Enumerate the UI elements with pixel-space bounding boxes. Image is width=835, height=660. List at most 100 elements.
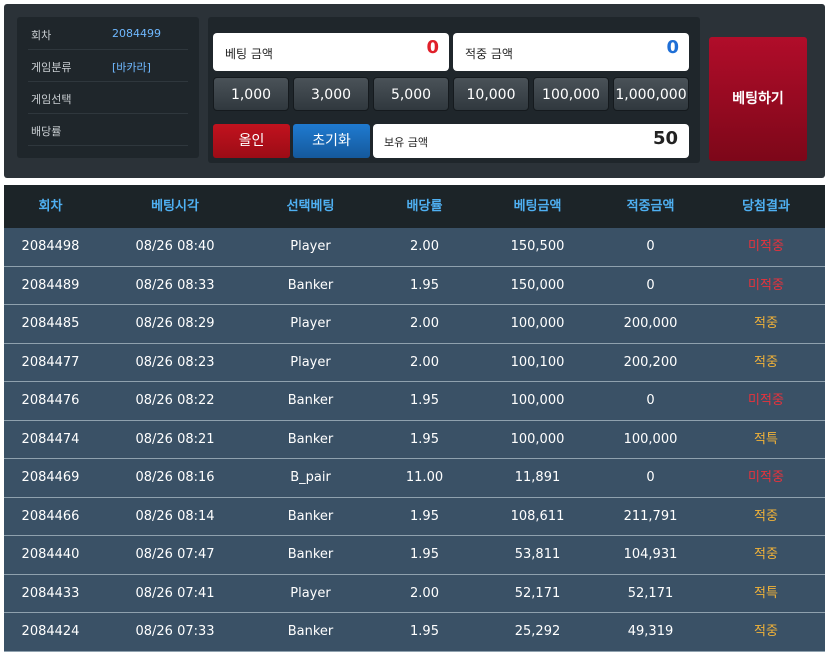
cell-odds: 1.95	[410, 547, 439, 562]
cell-odds: 2.00	[410, 239, 439, 254]
header-odds: 배당률	[406, 199, 443, 214]
cell-round: 2084466	[21, 508, 80, 524]
game-info-box: 회차 2084499 게임분류 [바카라] 게임선택 배당률	[17, 17, 199, 158]
round-value: 2084499	[112, 27, 161, 40]
cell-time: 08/26 08:29	[135, 316, 215, 331]
cell-pick: Banker	[287, 277, 334, 293]
chip-button-3000[interactable]: 3,000	[293, 77, 369, 111]
chip-button-5000[interactable]: 5,000	[373, 77, 449, 111]
header-round: 회차	[38, 199, 63, 214]
cell-win-amount: 100,000	[623, 431, 678, 447]
header-result: 당첨결과	[742, 199, 790, 214]
cell-time: 08/26 07:41	[135, 585, 215, 601]
cell-time: 08/26 08:14	[135, 508, 215, 524]
win-amount-field: 적중 금액 0	[453, 33, 689, 71]
cell-time: 08/26 08:22	[135, 393, 215, 408]
header-win-amount: 적중금액	[626, 199, 675, 214]
chip-button-1000[interactable]: 1,000	[213, 77, 289, 111]
cell-bet-amount: 100,100	[510, 354, 565, 370]
round-label: 회차	[31, 29, 52, 42]
cell-result: 미적중	[748, 393, 784, 408]
cell-round: 2084433	[21, 585, 80, 601]
win-amount-label: 적중 금액	[465, 47, 513, 61]
cell-odds: 1.95	[410, 508, 439, 524]
cell-bet-amount: 108,611	[510, 508, 565, 524]
bet-amount-value: 0	[426, 37, 439, 58]
chip-button-10000[interactable]: 10,000	[453, 77, 529, 111]
table-row: 2084469 08/26 08:16 B_pair 11.00 11,891 0 미적중	[4, 459, 825, 498]
cell-win-amount: 0	[646, 470, 655, 485]
cell-bet-amount: 11,891	[514, 470, 561, 485]
cell-round: 2084469	[21, 470, 80, 485]
cell-result: 적특	[754, 585, 778, 601]
chip-button-1000000[interactable]: 1,000,000	[613, 77, 689, 111]
cell-result: 적중	[754, 547, 778, 562]
cell-pick: Player	[290, 585, 331, 601]
info-row-round: 회차 2084499	[28, 17, 188, 50]
cell-pick: B_pair	[290, 470, 331, 485]
cell-odds: 2.00	[410, 585, 439, 601]
cell-time: 08/26 08:33	[135, 277, 215, 293]
header-bet-amount: 베팅금액	[513, 199, 562, 214]
cell-pick: Banker	[287, 431, 334, 447]
selection-label: 게임선택	[31, 93, 72, 106]
cell-win-amount: 200,000	[623, 316, 678, 331]
cell-round: 2084485	[21, 316, 80, 331]
cell-result: 적중	[754, 624, 778, 639]
table-row: 2084476 08/26 08:22 Banker 1.95 100,000 0 미적중	[4, 382, 825, 421]
table-row: 2084489 08/26 08:33 Banker 1.95 150,000 0 미적중	[4, 266, 825, 305]
cell-result: 적중	[754, 316, 778, 331]
cell-round: 2084440	[21, 547, 80, 562]
cell-pick: Banker	[287, 624, 334, 639]
cell-odds: 2.00	[410, 316, 439, 331]
category-value: [바카라]	[112, 61, 151, 74]
table-row: 2084424 08/26 07:33 Banker 1.95 25,292 49,319…	[4, 613, 825, 652]
bet-amount-label: 베팅 금액	[225, 47, 273, 61]
cell-odds: 1.95	[410, 277, 439, 293]
cell-win-amount: 0	[646, 393, 655, 408]
info-row-selection: 게임선택	[28, 81, 188, 114]
balance-value: 50	[652, 128, 678, 149]
win-amount-value: 0	[666, 37, 679, 58]
bet-amount-field: 베팅 금액 0	[213, 33, 449, 71]
cell-win-amount: 49,319	[627, 624, 674, 639]
cell-result: 적중	[754, 508, 778, 524]
info-row-odds: 배당률	[28, 113, 188, 146]
bet-history-table: 회차 베팅시각 선택베팅 배당률 베팅금액 적중금액 당첨결과 2084498 0…	[4, 185, 825, 652]
balance-field: 보유 금액 50	[373, 124, 689, 158]
table-row: 2084498 08/26 08:40 Player 2.00 150,500 0 미적중	[4, 228, 825, 267]
cell-round: 2084477	[21, 354, 80, 370]
category-label: 게임분류	[31, 61, 72, 74]
cell-odds: 11.00	[405, 470, 444, 485]
table-row: 2084466 08/26 08:14 Banker 1.95 108,611 211,7…	[4, 497, 825, 536]
cell-bet-amount: 150,000	[510, 277, 565, 293]
cell-win-amount: 104,931	[623, 547, 678, 562]
cell-odds: 1.95	[410, 393, 439, 408]
cell-bet-amount: 53,811	[514, 547, 561, 562]
cell-round: 2084476	[21, 393, 80, 408]
cell-round: 2084498	[21, 239, 80, 254]
cell-pick: Banker	[287, 508, 334, 524]
header-pick: 선택베팅	[286, 199, 335, 214]
cell-bet-amount: 52,171	[514, 585, 561, 601]
cell-bet-amount: 25,292	[514, 624, 561, 639]
cell-time: 08/26 08:40	[135, 239, 215, 254]
cell-result: 미적중	[748, 277, 784, 293]
place-bet-button[interactable]: 베팅하기	[709, 37, 807, 161]
cell-result: 적중	[754, 354, 778, 370]
all-in-button[interactable]: 올인	[213, 124, 290, 158]
chip-button-100000[interactable]: 100,000	[533, 77, 609, 111]
table-row: 2084433 08/26 07:41 Player 2.00 52,171 52,171…	[4, 574, 825, 613]
cell-round: 2084424	[21, 624, 80, 639]
cell-odds: 1.95	[410, 431, 439, 447]
cell-win-amount: 200,200	[623, 354, 678, 370]
cell-win-amount: 211,791	[623, 508, 678, 524]
odds-label: 배당률	[31, 125, 62, 138]
cell-round: 2084489	[21, 277, 80, 293]
balance-label: 보유 금액	[384, 136, 428, 149]
table-row: 2084485 08/26 08:29 Player 2.00 100,000 200,0…	[4, 305, 825, 344]
cell-win-amount: 52,171	[627, 585, 674, 601]
reset-button[interactable]: 초기화	[293, 124, 370, 158]
cell-pick: Player	[290, 316, 331, 331]
cell-result: 적특	[754, 431, 778, 447]
